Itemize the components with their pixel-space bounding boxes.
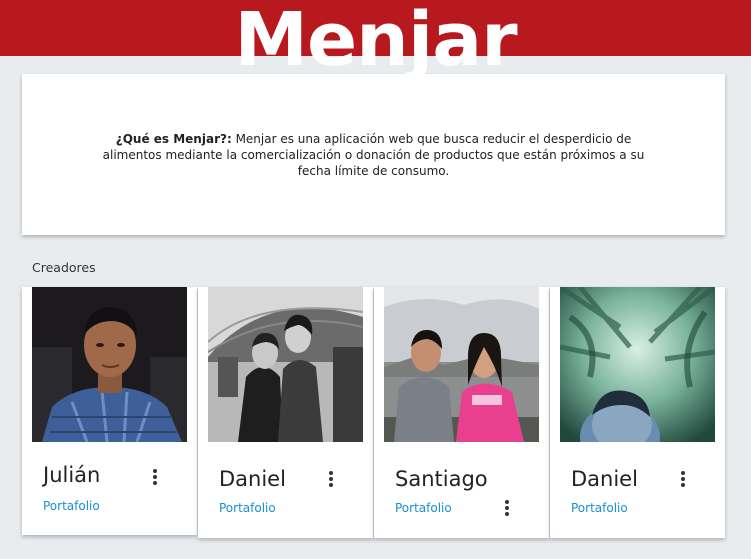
creator-name: Julián [43,463,101,487]
about-heading: ¿Qué es Menjar?: [115,131,232,146]
creator-photo [560,287,715,442]
creator-photo [208,287,363,442]
creator-photo-image [208,287,363,442]
more-vert-icon[interactable] [325,470,337,488]
creator-name: Daniel [571,467,638,491]
portfolio-link[interactable]: Portafolio [571,501,628,515]
creator-name: Santiago [395,467,488,491]
creator-card-daniel-2: Daniel Portafolio [550,287,725,538]
creator-card-daniel-1: Daniel Portafolio [198,287,373,538]
more-vert-icon[interactable] [149,468,161,486]
creator-card-julian: Julián Portafolio [22,287,197,535]
more-vert-icon[interactable] [501,499,513,517]
creator-name: Daniel [219,467,286,491]
about-card: ¿Qué es Menjar?: Menjar es una aplicació… [22,74,725,235]
more-vert-icon[interactable] [677,470,689,488]
creator-photo-image [560,287,715,442]
creator-photo-image [32,287,187,442]
portfolio-link[interactable]: Portafolio [395,501,452,515]
creator-photo [384,287,539,442]
portfolio-link[interactable]: Portafolio [43,499,100,513]
creator-card-santiago: Santiago Portafolio [374,287,549,538]
creator-photo-image [384,287,539,442]
menjar-logo: Menjar [234,0,517,83]
creator-photo [32,287,187,442]
creators-section-label: Creadores [32,260,96,275]
about-description: ¿Qué es Menjar?: Menjar es una aplicació… [88,131,659,179]
portfolio-link[interactable]: Portafolio [219,501,276,515]
